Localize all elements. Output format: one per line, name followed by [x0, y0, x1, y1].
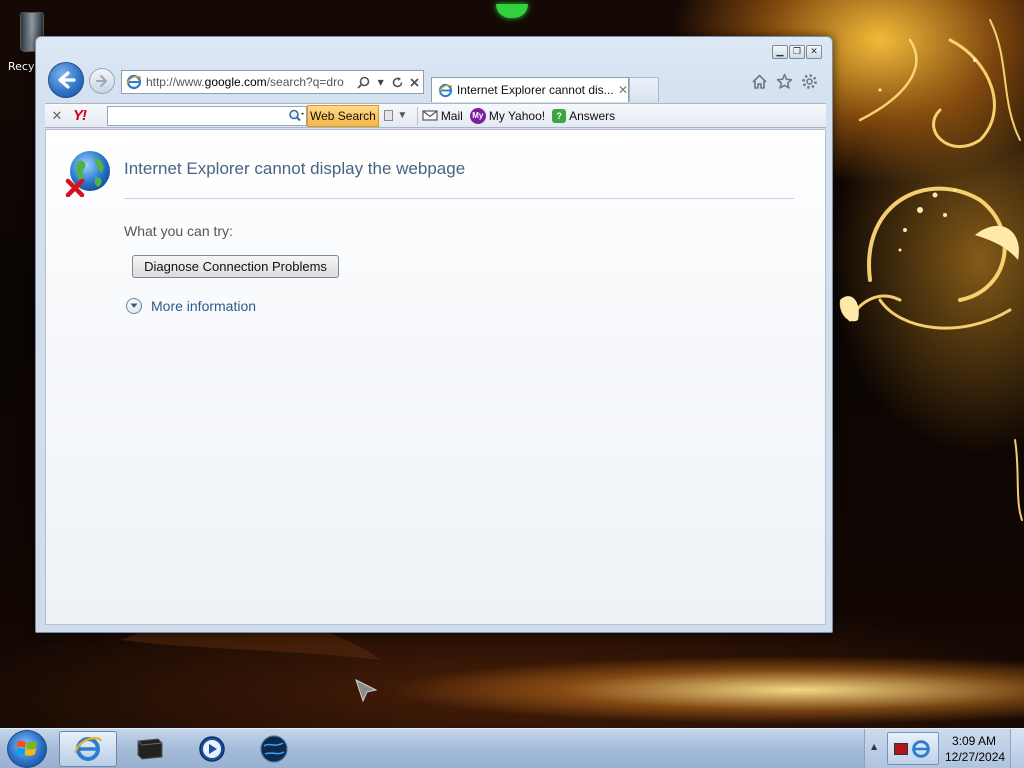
url-domain: google.com — [204, 75, 267, 89]
star-icon — [776, 73, 793, 89]
try-label: What you can try: — [124, 223, 233, 239]
tray-app-red-icon — [894, 742, 908, 755]
media-center-icon — [137, 738, 163, 760]
new-tab-button[interactable] — [629, 77, 659, 102]
system-tray: ▲ 3:09 AM 12/27/2024 — [864, 729, 1024, 768]
toolbar-link-label: Answers — [569, 108, 616, 123]
toolbar-link-label: Mail — [440, 108, 463, 123]
page-title: Internet Explorer cannot display the web… — [124, 159, 466, 178]
stop-button[interactable] — [406, 73, 423, 91]
stop-icon — [410, 77, 419, 87]
taskbar-media-player[interactable] — [183, 731, 241, 767]
taskbar-media-center[interactable] — [121, 731, 179, 767]
yahoo-search-dropdown[interactable] — [288, 109, 304, 123]
toolbar-link-answers[interactable]: ? Answers — [552, 108, 616, 123]
tray-expand-button[interactable]: ▲ — [871, 742, 877, 751]
yahoo-toolbar: ✕ Y! Web Search ▼ Mail My My Yahoo! ? An… — [45, 103, 826, 128]
system-clock[interactable]: 3:09 AM 12/27/2024 — [945, 733, 1006, 765]
toolbar-divider — [416, 106, 418, 125]
restore-button[interactable]: ❐ — [789, 45, 805, 59]
chevron-down-icon: ▼ — [377, 77, 384, 87]
taskbar: ▲ 3:09 AM 12/27/2024 — [0, 728, 1024, 768]
mouse-cursor-icon — [355, 679, 378, 703]
mail-icon — [422, 110, 438, 121]
address-url[interactable]: http://www.google.com/search?q=dro — [146, 75, 355, 89]
start-button[interactable] — [7, 730, 47, 768]
taskbar-globe-app[interactable] — [245, 731, 303, 767]
internet-explorer-icon — [73, 737, 103, 761]
tray-app-button[interactable] — [887, 732, 939, 765]
close-window-button[interactable]: ✕ — [806, 45, 822, 59]
desktop-icon-recycle-bin[interactable]: Recy — [0, 8, 44, 78]
gear-icon — [802, 74, 817, 89]
taskbar-internet-explorer[interactable] — [59, 731, 117, 767]
favorites-button[interactable] — [776, 73, 793, 90]
refresh-button[interactable] — [389, 73, 406, 91]
clock-time: 3:09 AM — [951, 734, 997, 748]
media-player-icon — [199, 736, 225, 762]
toolbar-link-label: My Yahoo! — [488, 108, 546, 123]
toolbar-link-mail[interactable]: Mail — [422, 109, 463, 123]
restore-icon: ❐ — [792, 47, 802, 57]
globe-app-icon — [260, 735, 288, 763]
globe-error-icon — [65, 151, 110, 197]
show-desktop-button[interactable] — [1010, 729, 1024, 768]
diagnose-connection-button[interactable]: Diagnose Connection Problems — [132, 255, 339, 278]
window-caption-buttons: ▁ ❐ ✕ — [772, 45, 822, 59]
more-information-toggle[interactable]: More information — [126, 298, 256, 314]
page-content: Internet Explorer cannot display the web… — [45, 129, 826, 625]
more-information-link: More information — [151, 298, 257, 314]
ie-page-icon — [126, 74, 142, 90]
minimize-button[interactable]: ▁ — [772, 45, 788, 59]
home-button[interactable] — [751, 73, 768, 90]
back-arrow-icon — [58, 71, 76, 89]
back-button[interactable] — [48, 62, 84, 98]
answers-icon: ? — [552, 108, 567, 123]
forward-arrow-icon — [96, 75, 107, 87]
close-icon: ✕ — [810, 47, 818, 57]
refresh-icon — [392, 76, 403, 87]
web-search-button[interactable]: Web Search — [307, 104, 379, 127]
forward-button[interactable] — [89, 68, 115, 94]
toolbar-close-button[interactable]: ✕ — [49, 108, 65, 124]
internet-explorer-icon — [912, 739, 930, 758]
clock-date: 12/27/2024 — [945, 750, 1006, 764]
tab-close-button[interactable]: ✕ — [618, 83, 628, 97]
tab-title: Internet Explorer cannot dis... — [456, 83, 614, 97]
yahoo-search-input[interactable] — [107, 105, 307, 126]
url-rest: /search?q=dro — [266, 75, 344, 89]
title-divider — [124, 198, 794, 199]
my-yahoo-icon: My — [469, 107, 486, 124]
command-icons — [751, 73, 818, 90]
windows-logo-icon — [16, 740, 37, 756]
desktop-icon-label: Recy — [8, 60, 35, 73]
address-bar[interactable]: http://www.google.com/search?q=dro ▼ — [121, 70, 424, 94]
url-prefix: http://www. — [145, 75, 205, 89]
tools-button[interactable] — [801, 73, 818, 90]
expand-chevron-icon — [126, 298, 142, 314]
bookmark-icon — [384, 110, 394, 121]
chevron-down-icon: ▼ — [397, 110, 408, 121]
toolbar-options-button[interactable]: ▼ — [379, 110, 413, 121]
ie-tab-icon — [438, 83, 453, 97]
home-icon — [752, 74, 767, 89]
tab-active[interactable]: Internet Explorer cannot dis... ✕ — [431, 77, 629, 102]
browser-window: ▁ ❐ ✕ http://www.google.com/search?q=dro… — [35, 36, 833, 633]
address-dropdown-button[interactable]: ▼ — [372, 73, 389, 91]
search-icon — [357, 76, 370, 89]
yahoo-logo[interactable]: Y! — [73, 107, 105, 125]
search-icon — [289, 109, 304, 121]
toolbar-link-my-yahoo[interactable]: My My Yahoo! — [469, 107, 546, 124]
address-search-button[interactable] — [355, 73, 372, 91]
minimize-icon: ▁ — [776, 47, 784, 57]
